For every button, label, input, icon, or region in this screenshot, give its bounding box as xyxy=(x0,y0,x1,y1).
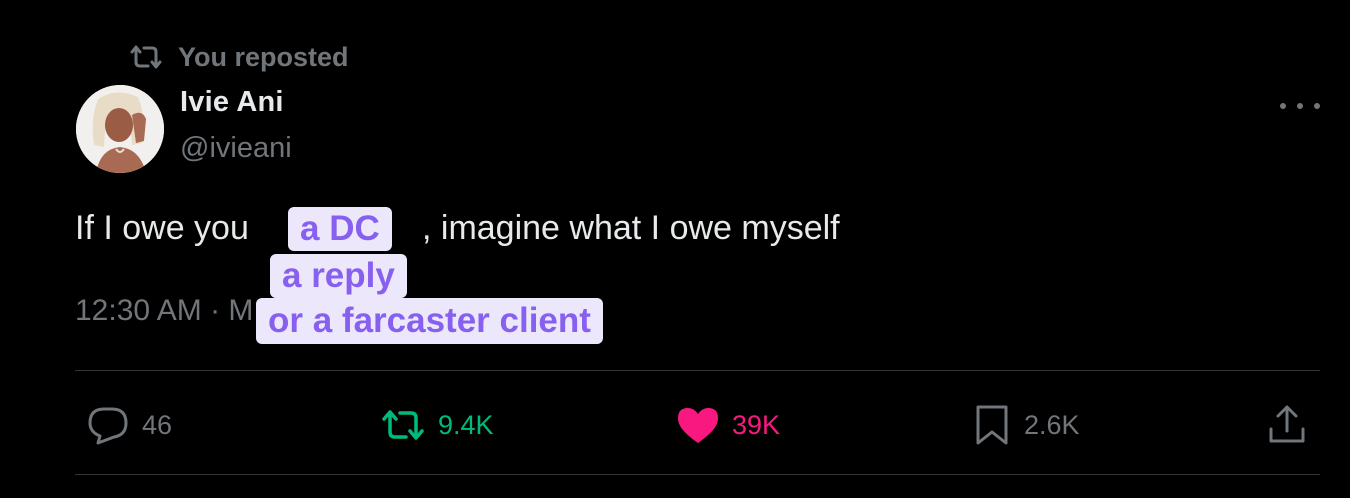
repost-header: You reposted xyxy=(128,40,349,74)
divider xyxy=(75,370,1320,371)
tweet-text-after: , imagine what I owe myself xyxy=(422,209,840,247)
bookmark-button[interactable]: 2.6K xyxy=(972,402,1080,448)
heart-icon xyxy=(678,408,718,443)
divider xyxy=(75,474,1320,475)
dot xyxy=(1314,103,1320,109)
bookmark-icon xyxy=(976,405,1008,445)
more-options-icon[interactable] xyxy=(1280,94,1320,118)
author-name[interactable]: Ivie Ani xyxy=(180,86,284,119)
reply-icon xyxy=(88,407,128,445)
highlight-sticker: or a farcaster client xyxy=(256,298,603,344)
share-button[interactable] xyxy=(1266,402,1308,448)
repost-button[interactable]: 9.4K xyxy=(380,402,494,448)
like-count: 39K xyxy=(732,409,781,440)
avatar[interactable] xyxy=(76,85,164,173)
like-button[interactable]: 39K xyxy=(676,402,780,448)
highlight-sticker: a DC xyxy=(288,207,392,251)
author-handle[interactable]: @ivieani xyxy=(180,132,292,165)
dot xyxy=(1280,103,1286,109)
repost-icon xyxy=(382,410,424,440)
repost-label: You reposted xyxy=(178,41,349,72)
repost-count: 9.4K xyxy=(438,409,494,440)
dot xyxy=(1297,103,1303,109)
avatar-image xyxy=(76,85,164,173)
timestamp[interactable]: 12:30 AM · M xyxy=(75,294,253,328)
tweet-text-before: If I owe you xyxy=(75,209,249,247)
reply-count: 46 xyxy=(142,409,173,440)
highlight-sticker: a reply xyxy=(270,254,407,298)
share-icon xyxy=(1269,405,1305,443)
reply-button[interactable]: 46 xyxy=(86,402,172,448)
bookmark-count: 2.6K xyxy=(1024,409,1080,440)
repost-icon xyxy=(130,45,162,69)
